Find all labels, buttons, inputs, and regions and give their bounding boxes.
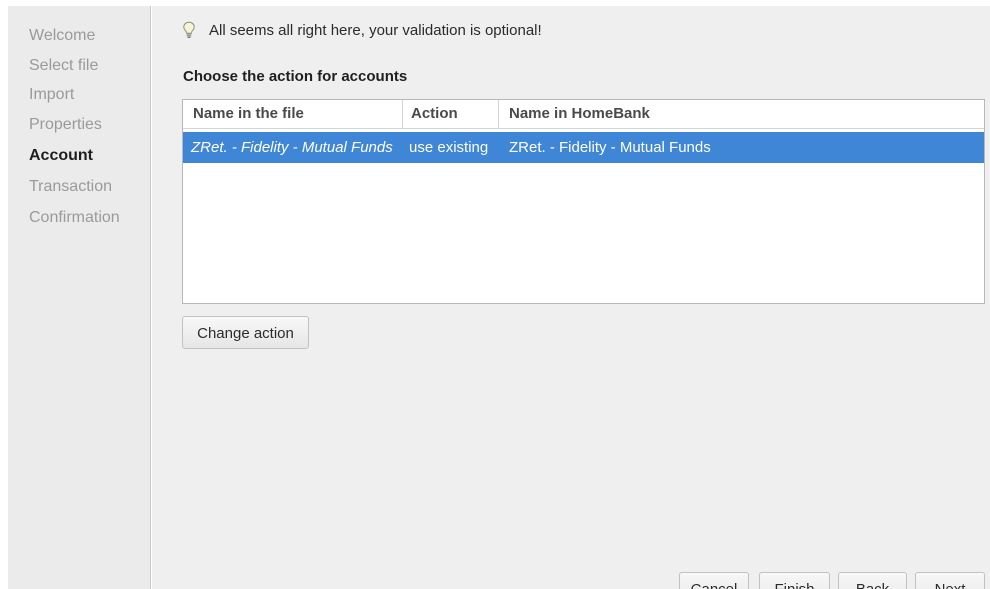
cell-action: use existing [409,139,489,156]
finish-button[interactable]: Finish [759,572,830,589]
steps-sidebar: Welcome Select file Import Properties Ac… [8,6,151,589]
lightbulb-icon [183,21,195,38]
cancel-button[interactable]: Cancel [679,572,749,589]
step-properties[interactable]: Properties [29,109,150,140]
cell-name-in-homebank: ZRet. - Fidelity - Mutual Funds [509,139,711,156]
step-transaction[interactable]: Transaction [29,171,150,202]
cell-name-in-file: ZRet. - Fidelity - Mutual Funds [191,139,393,156]
section-title: Choose the action for accounts [183,68,408,85]
step-confirmation[interactable]: Confirmation [29,202,150,233]
info-bar: All seems all right here, your validatio… [182,20,542,40]
column-header-action[interactable]: Action [403,100,499,128]
column-header-name-in-homebank[interactable]: Name in HomeBank [499,100,984,128]
accounts-table[interactable]: Name in the file Action Name in HomeBank… [182,99,985,304]
step-import[interactable]: Import [29,80,150,109]
step-account[interactable]: Account [29,140,150,171]
column-header-name-in-file[interactable]: Name in the file [183,100,403,128]
import-assistant-window: Welcome Select file Import Properties Ac… [0,0,990,589]
main-panel: All seems all right here, your validatio… [152,6,990,589]
back-button[interactable]: Back [838,572,907,589]
step-select-file[interactable]: Select file [29,51,150,80]
info-message: All seems all right here, your validatio… [209,21,542,39]
step-welcome[interactable]: Welcome [29,20,150,51]
table-header: Name in the file Action Name in HomeBank [183,100,984,129]
next-button[interactable]: Next [915,572,985,589]
change-action-button[interactable]: Change action [182,316,309,349]
table-row[interactable]: ZRet. - Fidelity - Mutual Funds use exis… [183,132,984,163]
